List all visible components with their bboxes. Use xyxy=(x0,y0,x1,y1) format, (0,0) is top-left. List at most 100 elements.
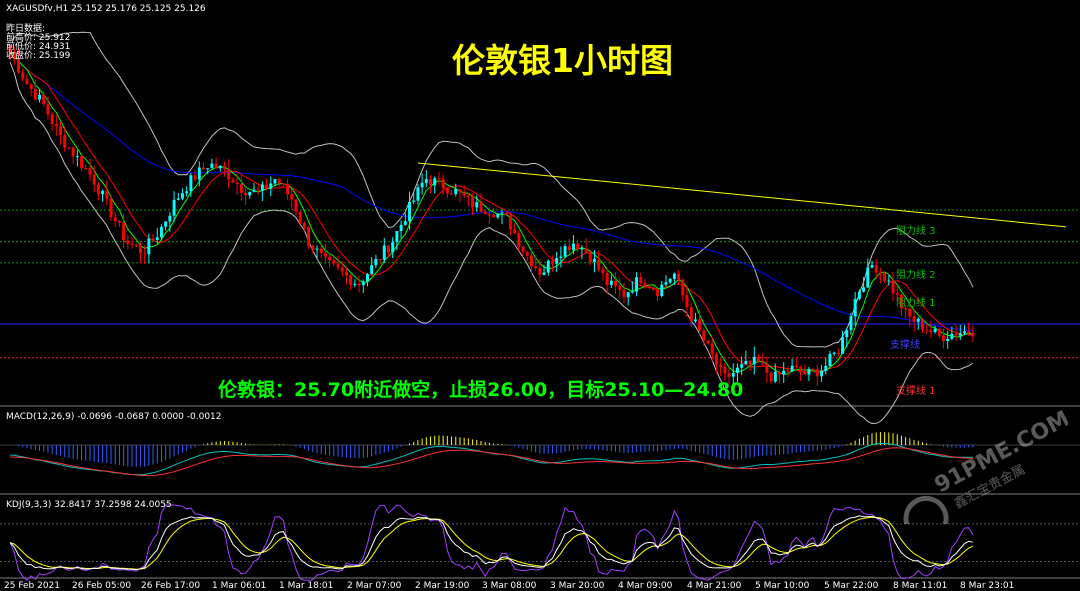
candle-body xyxy=(513,229,517,234)
candle-body xyxy=(349,275,353,285)
candle-body xyxy=(941,335,945,341)
candle-body xyxy=(231,179,235,183)
candle-body xyxy=(601,269,605,273)
candle-body xyxy=(769,372,773,382)
candle-body xyxy=(138,245,142,254)
candle-body xyxy=(429,179,433,186)
candle-body xyxy=(714,354,718,366)
candle-body xyxy=(290,194,294,200)
candle-body xyxy=(925,329,929,331)
candle-body xyxy=(218,165,222,169)
candle-body xyxy=(689,307,693,322)
candle-body xyxy=(84,168,88,170)
candle-body xyxy=(517,233,521,247)
candle-body xyxy=(538,267,542,275)
candle-body xyxy=(311,245,315,250)
candle-body xyxy=(614,280,617,287)
candle-body xyxy=(483,211,487,215)
candle-body xyxy=(105,190,109,199)
candle-body xyxy=(210,163,214,169)
candle-body xyxy=(635,277,639,292)
candle-body xyxy=(281,183,285,185)
candle-body xyxy=(227,169,231,180)
candle-body xyxy=(357,283,361,286)
candle-body xyxy=(828,353,832,366)
x-tick: 1 Mar 18:01 xyxy=(279,581,334,591)
candle-body xyxy=(202,167,205,170)
candle-body xyxy=(580,248,584,250)
candle-body xyxy=(185,191,189,194)
candle-body xyxy=(958,333,962,336)
candle-body xyxy=(504,212,508,216)
candle-body xyxy=(912,316,916,322)
candle-body xyxy=(916,318,920,322)
candle-body xyxy=(437,178,441,180)
candle-body xyxy=(677,273,681,280)
candle-body xyxy=(403,221,407,225)
candle-body xyxy=(529,255,533,267)
candle-body xyxy=(370,265,374,275)
candle-body xyxy=(462,191,466,196)
chart-title: 伦敦银1小时图 xyxy=(452,41,673,80)
candle-body xyxy=(668,278,672,283)
candle-body xyxy=(445,188,449,194)
candle-body xyxy=(176,198,180,200)
candle-body xyxy=(786,370,790,372)
x-tick: 5 Mar 10:00 xyxy=(755,581,810,591)
level-label-r1: 阻力线 1 xyxy=(896,298,936,309)
candle-body xyxy=(172,199,176,216)
candle-body xyxy=(866,267,870,288)
candle-body xyxy=(656,289,660,297)
candle-body xyxy=(559,256,563,259)
candle-body xyxy=(542,272,546,275)
candle-body xyxy=(214,163,218,169)
candle-body xyxy=(794,365,798,368)
candle-body xyxy=(618,286,622,290)
candle-body xyxy=(302,222,306,228)
candle-body xyxy=(197,167,201,180)
candle-body xyxy=(256,189,260,192)
candle-body xyxy=(593,258,596,262)
candle-body xyxy=(626,292,630,298)
candle-body xyxy=(748,361,752,365)
candle-body xyxy=(534,266,538,268)
candle-body xyxy=(563,246,567,257)
candle-body xyxy=(475,202,479,208)
candle-body xyxy=(92,174,96,185)
candle-body xyxy=(963,331,966,334)
x-tick: 26 Feb 17:00 xyxy=(141,581,201,591)
candle-body xyxy=(887,280,891,282)
x-tick: 4 Mar 21:00 xyxy=(687,581,742,591)
candle-body xyxy=(399,224,403,232)
candle-body xyxy=(572,243,575,251)
watermark-logo: 91PME.COM 鑫汇宝贵金属 xyxy=(903,406,1068,524)
candle-body xyxy=(647,286,651,288)
candle-body xyxy=(862,287,866,292)
candle-body xyxy=(765,363,769,373)
candle-body xyxy=(143,253,147,255)
macd-label: MACD(12,26,9) -0.0696 -0.0687 0.0000 -0.… xyxy=(6,412,222,422)
candle-body xyxy=(323,252,327,257)
candle-body xyxy=(651,287,655,290)
candle-body xyxy=(757,356,760,362)
candle-body xyxy=(508,215,512,230)
candle-body xyxy=(698,319,702,331)
candle-body xyxy=(878,272,882,274)
candle-body xyxy=(382,245,386,260)
candle-body xyxy=(967,331,971,334)
candle-body xyxy=(588,253,592,262)
candle-body xyxy=(584,248,588,254)
candle-body xyxy=(576,243,580,250)
candle-body xyxy=(681,279,685,296)
candle-body xyxy=(265,184,269,189)
candle-body xyxy=(807,369,811,375)
candle-body xyxy=(706,340,710,344)
candle-body xyxy=(33,88,37,100)
candle-body xyxy=(54,124,58,126)
candle-body xyxy=(134,244,138,246)
candle-body xyxy=(857,291,861,299)
x-tick: 1 Mar 06:01 xyxy=(212,581,267,591)
candle-body xyxy=(189,175,193,192)
candle-body xyxy=(496,213,500,218)
candle-body xyxy=(181,193,184,199)
